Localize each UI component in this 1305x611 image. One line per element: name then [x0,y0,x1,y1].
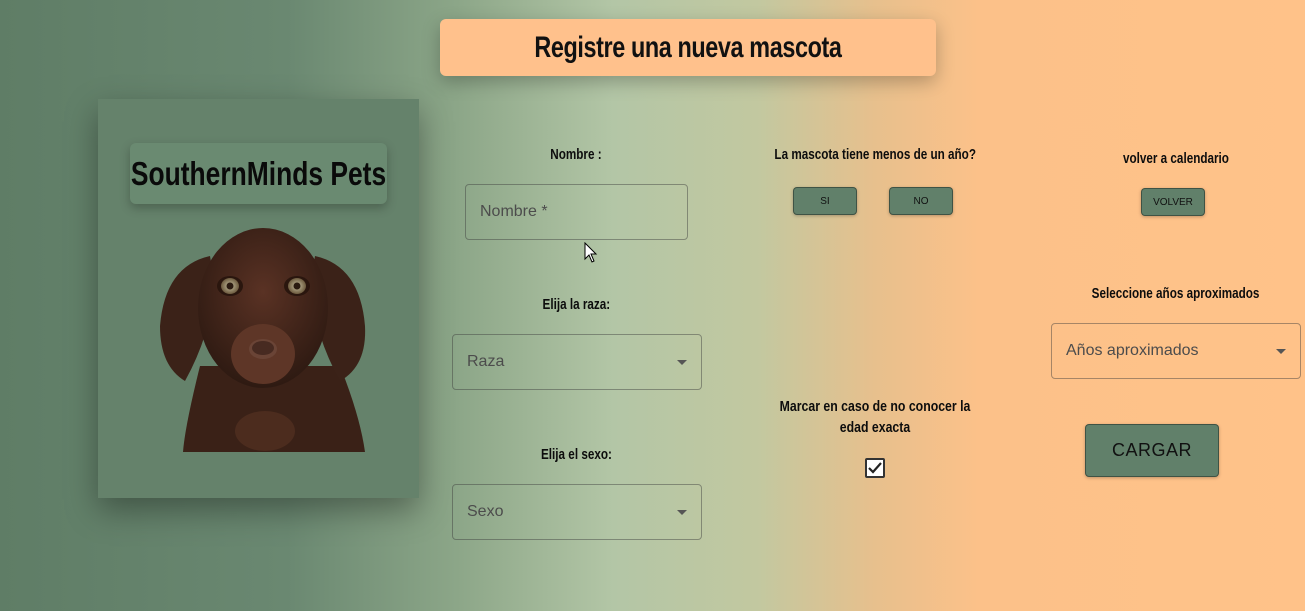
brand-name: SouthernMinds Pets [130,154,387,192]
dog-photo [160,228,366,452]
sex-select-value: Sexo [467,503,504,520]
back-button[interactable]: VOLVER [1141,188,1205,216]
dropdown-arrow-icon [677,360,687,365]
years-label: Seleccione años aproximados [1092,285,1260,302]
page-title-bar: Registre una nueva mascota [440,19,936,76]
sex-select[interactable]: Sexo [452,484,702,540]
page-title: Registre una nueva mascota [534,30,842,64]
unknown-age-label: Marcar en caso de no conocer la edad exa… [779,398,971,436]
dropdown-arrow-icon [677,510,687,515]
back-label: volver a calendario [1122,150,1230,167]
brand-banner: SouthernMinds Pets [130,143,387,204]
years-select-value: Años aproximados [1066,342,1199,359]
breed-select[interactable]: Raza [452,334,702,390]
submit-button[interactable]: CARGAR [1085,424,1219,477]
sex-label: Elija el sexo: [540,446,612,463]
breed-select-value: Raza [467,353,505,370]
breed-label: Elija la raza: [542,296,610,313]
under-year-label: La mascota tiene menos de un año? [774,146,976,163]
unknown-age-checkbox[interactable] [865,458,885,478]
years-select[interactable]: Años aproximados [1051,323,1301,379]
check-icon [868,462,882,474]
name-placeholder: Nombre * [480,203,548,220]
no-button[interactable]: NO [889,187,953,215]
cursor-icon [584,242,598,263]
dropdown-arrow-icon [1276,349,1286,354]
yes-button[interactable]: SI [793,187,857,215]
name-input[interactable]: Nombre * [465,184,688,240]
name-label: Nombre : [550,146,602,163]
